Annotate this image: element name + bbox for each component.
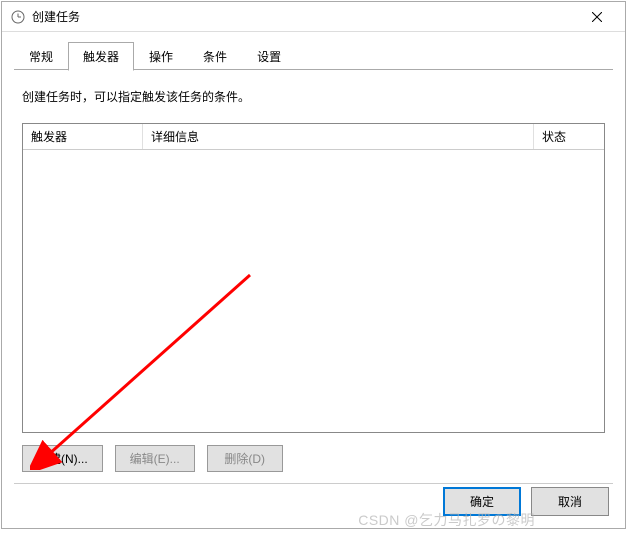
button-row: 新建(N)... 编辑(E)... 删除(D) [22,445,605,472]
cancel-button[interactable]: 取消 [531,487,609,516]
new-button[interactable]: 新建(N)... [22,445,103,472]
tab-strip: 常规 触发器 操作 条件 设置 [2,32,625,70]
column-status[interactable]: 状态 [534,124,604,149]
delete-button: 删除(D) [207,445,283,472]
edit-button: 编辑(E)... [115,445,195,472]
separator [14,483,613,484]
tab-general[interactable]: 常规 [14,42,68,70]
window-title: 创建任务 [32,8,577,25]
tab-triggers[interactable]: 触发器 [68,42,134,71]
clock-icon [10,9,26,25]
triggers-table[interactable]: 触发器 详细信息 状态 [22,123,605,433]
close-button[interactable] [577,3,617,31]
tab-conditions[interactable]: 条件 [188,42,242,70]
titlebar: 创建任务 [2,2,625,32]
column-details[interactable]: 详细信息 [143,124,534,149]
tab-actions[interactable]: 操作 [134,42,188,70]
dialog-buttons: 确定 取消 [443,487,609,516]
column-trigger[interactable]: 触发器 [23,124,143,149]
close-icon [592,12,602,22]
ok-button[interactable]: 确定 [443,487,521,516]
table-header: 触发器 详细信息 状态 [23,124,604,150]
tab-settings[interactable]: 设置 [242,42,296,70]
description-text: 创建任务时，可以指定触发该任务的条件。 [22,88,605,105]
tab-content: 创建任务时，可以指定触发该任务的条件。 触发器 详细信息 状态 新建(N)...… [2,70,625,484]
dialog-window: 创建任务 常规 触发器 操作 条件 设置 创建任务时，可以指定触发该任务的条件。… [1,1,626,529]
